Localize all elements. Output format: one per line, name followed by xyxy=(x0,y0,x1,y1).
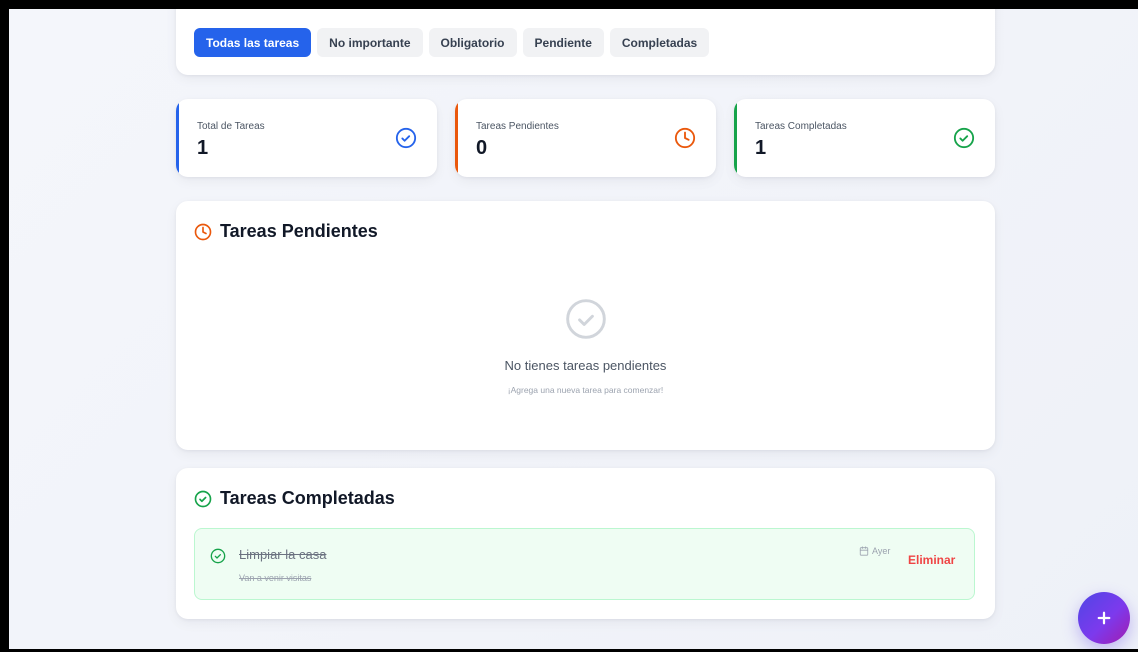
pending-section: Tareas Pendientes No tienes tareas pendi… xyxy=(176,201,995,450)
calendar-icon xyxy=(859,546,869,556)
filter-tabs: Todas las tareas No importante Obligator… xyxy=(194,28,710,57)
plus-icon xyxy=(1097,611,1111,625)
empty-state-title: No tienes tareas pendientes xyxy=(504,358,667,373)
stat-pending-label: Tareas Pendientes xyxy=(476,121,559,132)
completed-section-title-text: Tareas Completadas xyxy=(220,488,395,508)
stat-total-value: 1 xyxy=(197,137,209,159)
stat-pending-card: Tareas Pendientes 0 xyxy=(455,99,716,177)
empty-state-subtitle: ¡Agrega una nueva tarea para comenzar! xyxy=(507,385,664,395)
completed-section: Tareas Completadas Limpiar la casa Van a… xyxy=(176,468,995,619)
clock-icon xyxy=(194,223,212,240)
task-completed-toggle-icon[interactable] xyxy=(210,548,226,564)
stat-pending-value: 0 xyxy=(476,137,488,159)
check-circle-icon xyxy=(953,127,975,149)
filter-completed-button[interactable]: Completadas xyxy=(609,28,710,57)
stat-total-label: Total de Tareas xyxy=(197,121,265,132)
filter-not-important-button[interactable]: No importante xyxy=(317,28,423,57)
add-task-fab-button[interactable] xyxy=(1078,592,1130,644)
pending-section-title-text: Tareas Pendientes xyxy=(220,221,378,241)
filter-card: Todas las tareas No importante Obligator… xyxy=(176,9,995,75)
stat-total-card: Total de Tareas 1 xyxy=(176,99,437,177)
task-date-text: Ayer xyxy=(872,546,891,556)
stat-completed-card: Tareas Completadas 1 xyxy=(734,99,995,177)
task-description: Van a venir visitas xyxy=(239,573,312,583)
filter-pending-button[interactable]: Pendiente xyxy=(522,28,604,57)
clock-icon xyxy=(674,127,696,149)
stat-completed-label: Tareas Completadas xyxy=(755,121,847,132)
task-date: Ayer xyxy=(859,546,890,556)
filter-all-button[interactable]: Todas las tareas xyxy=(194,28,312,57)
check-circle-icon xyxy=(395,127,417,149)
filter-mandatory-button[interactable]: Obligatorio xyxy=(428,28,517,57)
empty-check-icon xyxy=(566,299,606,339)
completed-section-title: Tareas Completadas xyxy=(194,488,395,509)
delete-task-button[interactable]: Eliminar xyxy=(908,553,955,567)
check-circle-icon xyxy=(194,490,212,507)
pending-section-title: Tareas Pendientes xyxy=(194,221,378,242)
task-title: Limpiar la casa xyxy=(239,547,327,562)
stat-completed-value: 1 xyxy=(755,137,767,159)
app-viewport: Todas las tareas No importante Obligator… xyxy=(9,9,1138,649)
completed-task-item: Limpiar la casa Van a venir visitas Ayer… xyxy=(194,528,975,600)
